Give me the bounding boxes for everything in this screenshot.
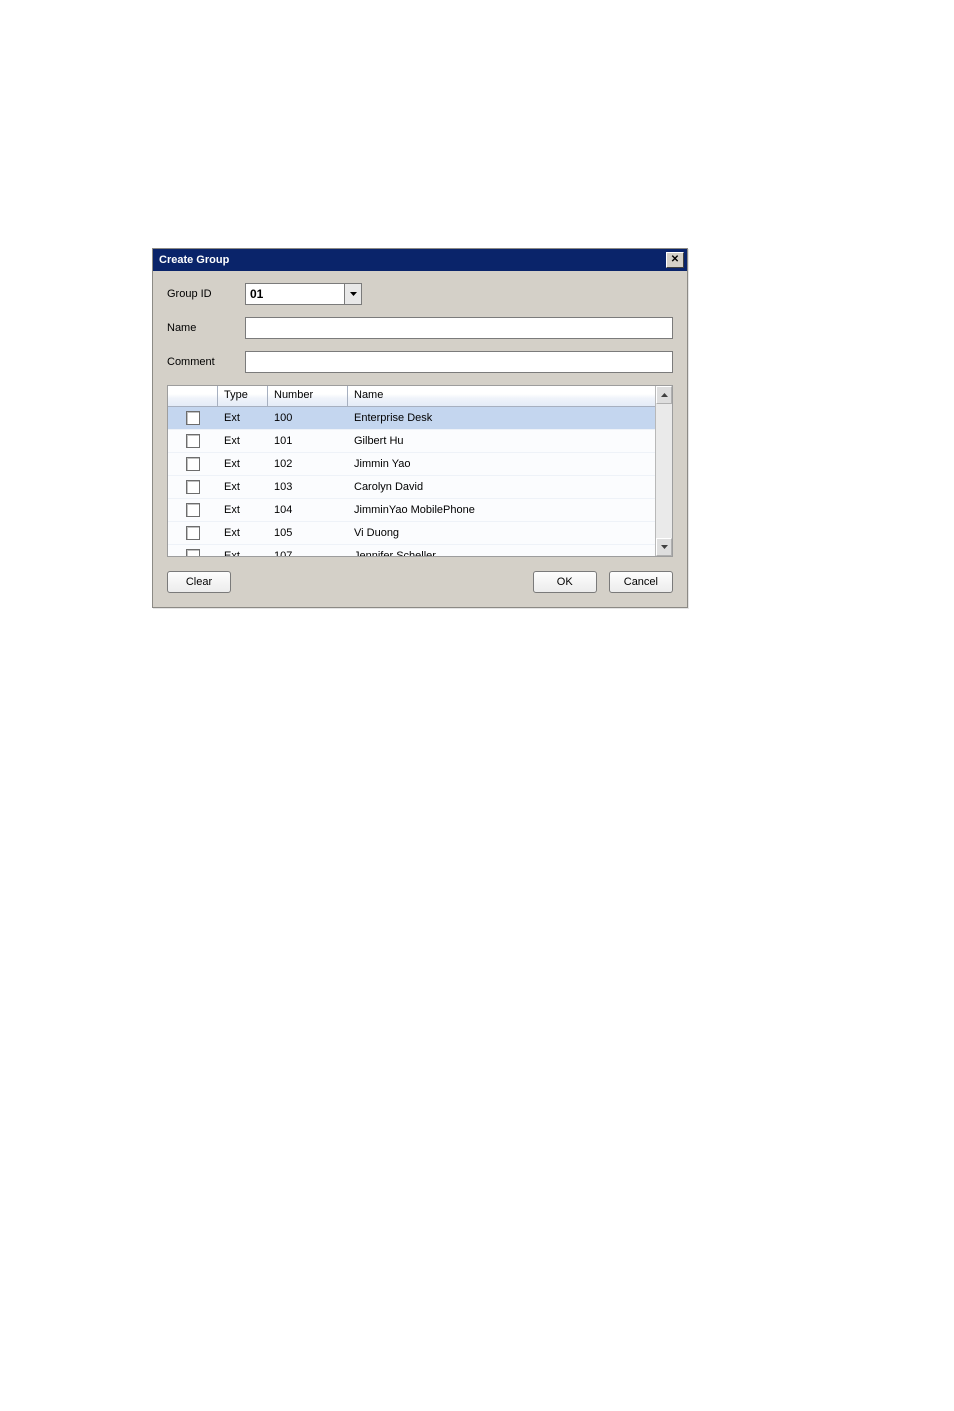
row-checkbox[interactable] xyxy=(186,480,200,494)
row-checkbox[interactable] xyxy=(186,526,200,540)
row-number: 107 xyxy=(268,550,348,556)
name-input[interactable] xyxy=(245,317,673,339)
row-checkbox-cell xyxy=(168,549,218,556)
row-checkbox-cell xyxy=(168,526,218,540)
table-row[interactable]: Ext107Jennifer Scheller xyxy=(168,545,655,556)
row-number: 104 xyxy=(268,504,348,516)
group-id-combo xyxy=(245,283,362,305)
row-checkbox[interactable] xyxy=(186,457,200,471)
scroll-down-button[interactable] xyxy=(656,538,672,556)
scroll-track[interactable] xyxy=(656,404,672,538)
row-type: Ext xyxy=(218,550,268,556)
grid-header: Type Number Name xyxy=(168,386,655,407)
column-header-number[interactable]: Number xyxy=(268,386,348,406)
label-group-id: Group ID xyxy=(167,288,245,300)
table-row[interactable]: Ext105Vi Duong xyxy=(168,522,655,545)
group-id-input[interactable] xyxy=(245,283,345,305)
dialog-body: Group ID Name Comment Type Number xyxy=(153,271,687,607)
group-id-dropdown-button[interactable] xyxy=(345,283,362,305)
chevron-down-icon xyxy=(661,545,668,549)
button-group-right: OK Cancel xyxy=(533,571,673,593)
cancel-button[interactable]: Cancel xyxy=(609,571,673,593)
grid-scrollbar[interactable] xyxy=(655,386,672,556)
members-grid: Type Number Name Ext100Enterprise DeskEx… xyxy=(167,385,673,557)
ok-button[interactable]: OK xyxy=(533,571,597,593)
table-row[interactable]: Ext101Gilbert Hu xyxy=(168,430,655,453)
table-row[interactable]: Ext100Enterprise Desk xyxy=(168,407,655,430)
row-type: Ext xyxy=(218,481,268,493)
row-number: 101 xyxy=(268,435,348,447)
row-name: Jennifer Scheller xyxy=(348,550,655,556)
row-number: 100 xyxy=(268,412,348,424)
row-checkbox-cell xyxy=(168,457,218,471)
row-checkbox[interactable] xyxy=(186,549,200,556)
comment-input[interactable] xyxy=(245,351,673,373)
row-checkbox-cell xyxy=(168,434,218,448)
row-name: Carolyn David xyxy=(348,481,655,493)
label-comment: Comment xyxy=(167,356,245,368)
titlebar: Create Group ✕ xyxy=(153,249,687,271)
row-number: 103 xyxy=(268,481,348,493)
row-group-id: Group ID xyxy=(167,283,673,305)
row-type: Ext xyxy=(218,412,268,424)
row-type: Ext xyxy=(218,504,268,516)
dialog-title: Create Group xyxy=(159,254,229,266)
clear-button[interactable]: Clear xyxy=(167,571,231,593)
scroll-up-button[interactable] xyxy=(656,386,672,404)
row-number: 102 xyxy=(268,458,348,470)
row-type: Ext xyxy=(218,435,268,447)
row-name: Enterprise Desk xyxy=(348,412,655,424)
label-name: Name xyxy=(167,322,245,334)
create-group-dialog: Create Group ✕ Group ID Name Comment xyxy=(152,248,688,608)
table-row[interactable]: Ext104JimminYao MobilePhone xyxy=(168,499,655,522)
row-name: Gilbert Hu xyxy=(348,435,655,447)
close-button[interactable]: ✕ xyxy=(666,252,684,268)
button-row: Clear OK Cancel xyxy=(167,571,673,593)
row-name: JimminYao MobilePhone xyxy=(348,504,655,516)
row-name: Vi Duong xyxy=(348,527,655,539)
row-comment: Comment xyxy=(167,351,673,373)
row-type: Ext xyxy=(218,458,268,470)
chevron-up-icon xyxy=(661,393,668,397)
row-name: Name xyxy=(167,317,673,339)
row-checkbox[interactable] xyxy=(186,503,200,517)
column-header-checkbox[interactable] xyxy=(168,386,218,406)
chevron-down-icon xyxy=(350,292,357,296)
row-checkbox-cell xyxy=(168,480,218,494)
close-icon: ✕ xyxy=(671,255,679,265)
grid-inner: Type Number Name Ext100Enterprise DeskEx… xyxy=(168,386,655,556)
column-header-name[interactable]: Name xyxy=(348,386,655,406)
row-checkbox[interactable] xyxy=(186,434,200,448)
row-checkbox-cell xyxy=(168,503,218,517)
grid-body: Ext100Enterprise DeskExt101Gilbert HuExt… xyxy=(168,407,655,556)
row-name: Jimmin Yao xyxy=(348,458,655,470)
row-number: 105 xyxy=(268,527,348,539)
row-checkbox-cell xyxy=(168,411,218,425)
column-header-type[interactable]: Type xyxy=(218,386,268,406)
table-row[interactable]: Ext103Carolyn David xyxy=(168,476,655,499)
row-type: Ext xyxy=(218,527,268,539)
table-row[interactable]: Ext102Jimmin Yao xyxy=(168,453,655,476)
row-checkbox[interactable] xyxy=(186,411,200,425)
